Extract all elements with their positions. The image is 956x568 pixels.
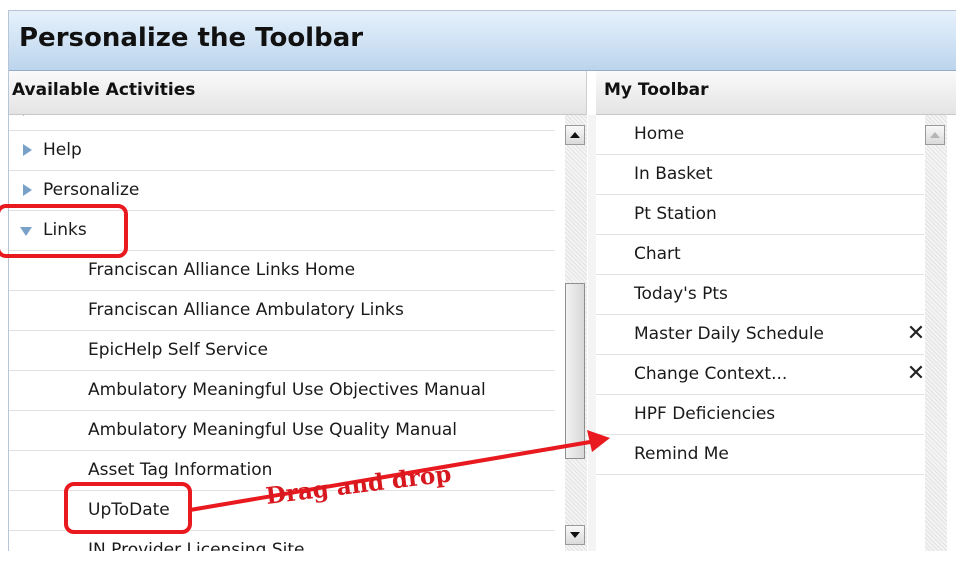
drag-arrow-annotation <box>188 430 610 512</box>
